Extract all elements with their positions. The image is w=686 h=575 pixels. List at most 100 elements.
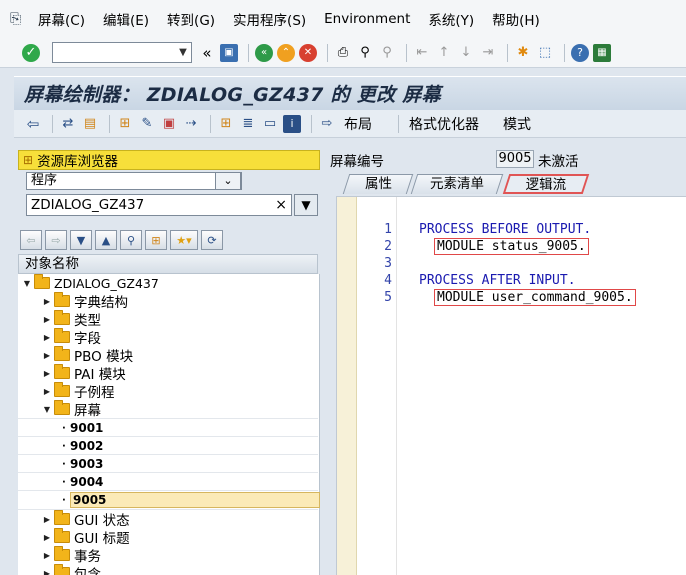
nav-back-icon[interactable]: ⇦ — [20, 230, 42, 250]
object-type-select[interactable]: 程序 ⌄ — [26, 172, 242, 190]
menu-item-goto[interactable]: 转到(G) — [167, 9, 215, 29]
where-used-icon[interactable]: ✎ — [138, 115, 156, 133]
next-page-icon[interactable]: ↓ — [457, 44, 475, 62]
tree-screen-9001[interactable]: · 9001 — [62, 419, 362, 437]
first-page-icon[interactable]: ⇤ — [413, 44, 431, 62]
pattern-button[interactable]: 模式 — [503, 114, 531, 134]
tree-root[interactable]: ▼ ZDIALOG_GZ437 — [22, 274, 322, 292]
collapsed-arrow-icon[interactable]: ▶ — [42, 333, 52, 342]
prev-page-icon[interactable]: ↑ — [435, 44, 453, 62]
tree-screen-9002[interactable]: · 9002 — [62, 437, 362, 455]
expanded-arrow-icon[interactable]: ▼ — [22, 279, 32, 288]
menu-item-screen[interactable]: 屏幕(C) — [38, 9, 85, 29]
tree-folder-subroutines[interactable]: ▶ 子例程 — [42, 382, 342, 401]
find-icon[interactable]: ⚲ — [120, 230, 142, 250]
activate-icon[interactable]: ▤ — [81, 115, 99, 133]
collapsed-arrow-icon[interactable]: ▶ — [42, 351, 52, 360]
tree-folder-fields[interactable]: ▶ 字段 — [42, 328, 342, 347]
collapsed-arrow-icon[interactable]: ▶ — [42, 551, 52, 560]
collapsed-arrow-icon[interactable]: ▶ — [42, 569, 52, 575]
expand-icon[interactable]: ▼ — [70, 230, 92, 250]
find-icon[interactable]: ⚲ — [356, 44, 374, 62]
find-next-icon[interactable]: ⚲ — [378, 44, 396, 62]
back-icon[interactable]: « — [255, 43, 273, 62]
exit-icon[interactable]: ⌃ — [277, 43, 295, 62]
tree-screen-9003[interactable]: · 9003 — [62, 455, 362, 473]
screen-status: 未激活 — [538, 154, 579, 170]
navigate-icon[interactable]: ⇢ — [182, 115, 200, 133]
tab-element-list[interactable]: 元素清单 — [410, 174, 504, 194]
menu-item-system[interactable]: 系统(Y) — [428, 9, 474, 29]
repository-browser: ⊞ 资源库浏览器 程序 ⌄ ZDIALOG_GZ437 × ▼ ⇦ ⇨ ▼ ▲ … — [18, 146, 320, 575]
help-icon[interactable]: ? — [571, 43, 589, 62]
save-icon[interactable]: ▣ — [220, 43, 238, 62]
format-optimizer-button[interactable]: 格式优化器 — [409, 114, 479, 134]
display-object-icon[interactable]: ▣ — [160, 115, 178, 133]
menu-item-help[interactable]: 帮助(H) — [492, 9, 540, 29]
tree-folder-pbo-modules[interactable]: ▶ PBO 模块 — [42, 346, 342, 365]
collapsed-arrow-icon[interactable]: ▶ — [42, 515, 52, 524]
customize-layout-icon[interactable]: ▦ — [593, 43, 611, 62]
toggle-icon[interactable]: ⇄ — [59, 115, 77, 133]
tree-folder-gui-title[interactable]: ▶ GUI 标题 — [42, 528, 342, 547]
collapsed-arrow-icon[interactable]: ▶ — [42, 315, 52, 324]
tree-folder-includes[interactable]: ▶ 包含 — [42, 564, 342, 575]
chevron-down-icon[interactable]: ⌄ — [215, 172, 241, 190]
repository-browser-header[interactable]: ⊞ 资源库浏览器 — [18, 150, 320, 170]
layout-arrow-icon[interactable]: ⇨ — [318, 115, 336, 133]
last-page-icon[interactable]: ⇥ — [479, 44, 497, 62]
favorites-icon[interactable]: ★▾ — [170, 230, 198, 250]
double-left-icon[interactable]: « — [198, 44, 216, 62]
new-session-icon[interactable]: ✱ — [514, 44, 532, 62]
chevron-down-icon[interactable]: ▼ — [175, 43, 191, 62]
divider — [311, 114, 312, 133]
divider — [210, 114, 211, 133]
folder-icon — [54, 510, 70, 525]
tab-attributes[interactable]: 属性 — [342, 174, 414, 194]
collapsed-arrow-icon[interactable]: ▶ — [42, 369, 52, 378]
tree-screen-9004[interactable]: · 9004 — [62, 473, 362, 491]
menu-item-utilities[interactable]: 实用程序(S) — [233, 9, 306, 29]
flow-logic-editor[interactable]: 1 2 3 4 5 PROCESS BEFORE OUTPUT. MODULE … — [336, 196, 686, 575]
tree-folder-screens[interactable]: ▼ 屏幕 — [42, 400, 342, 419]
hierarchy-icon[interactable]: ⊞ — [217, 115, 235, 133]
tree-folder-pai-modules[interactable]: ▶ PAI 模块 — [42, 364, 342, 383]
nav-forward-icon[interactable]: ⇨ — [45, 230, 67, 250]
object-name-input[interactable]: ZDIALOG_GZ437 × — [26, 194, 292, 216]
collapsed-arrow-icon[interactable]: ▶ — [42, 297, 52, 306]
collapsed-arrow-icon[interactable]: ▶ — [42, 387, 52, 396]
back-arrow-icon[interactable]: ⇦ — [24, 115, 42, 133]
tree-folder-types[interactable]: ▶ 类型 — [42, 310, 342, 329]
folder-icon — [54, 346, 70, 361]
tree-folder-transactions[interactable]: ▶ 事务 — [42, 546, 342, 565]
screen-number-field: 9005 — [496, 150, 534, 168]
tree-screen-label: 9001 — [70, 421, 104, 435]
table-icon[interactable]: ▭ — [261, 115, 279, 133]
print-icon[interactable]: ⎙ — [334, 44, 352, 62]
cancel-icon[interactable]: ✕ — [299, 43, 317, 62]
collapsed-arrow-icon[interactable]: ▶ — [42, 533, 52, 542]
clear-icon[interactable]: × — [275, 195, 287, 215]
object-name-dropdown[interactable]: ▼ — [294, 194, 318, 216]
menu-item-environment[interactable]: Environment — [324, 11, 410, 27]
tree-folder-gui-status[interactable]: ▶ GUI 状态 — [42, 510, 342, 529]
refresh-icon[interactable]: ⟳ — [201, 230, 223, 250]
expanded-arrow-icon[interactable]: ▼ — [42, 405, 52, 414]
hierarchy-icon[interactable]: ⊞ — [145, 230, 167, 250]
tree-screen-9005-selected[interactable]: · 9005 — [62, 491, 362, 509]
object-list-icon[interactable]: ⊞ — [116, 115, 134, 133]
tab-flow-logic[interactable]: 逻辑流 — [502, 174, 590, 194]
command-field[interactable]: ▼ — [52, 42, 192, 63]
folder-icon — [54, 528, 70, 543]
app-menu-icon[interactable]: ⎘ — [10, 11, 26, 27]
layout-button[interactable]: 布局 — [344, 114, 372, 134]
title-bar: 屏幕绘制器： ZDIALOG_GZ437 的 更改 屏幕 — [14, 76, 686, 110]
info-icon[interactable]: i — [283, 114, 301, 133]
shortcut-icon[interactable]: ⬚ — [536, 44, 554, 62]
pretty-print-icon[interactable]: ≣ — [239, 115, 257, 133]
divider — [327, 43, 328, 62]
check-icon[interactable]: ✓ — [22, 43, 40, 62]
tree-folder-dictionary-structures[interactable]: ▶ 字典结构 — [42, 292, 342, 311]
menu-item-edit[interactable]: 编辑(E) — [103, 9, 149, 29]
collapse-icon[interactable]: ▲ — [95, 230, 117, 250]
